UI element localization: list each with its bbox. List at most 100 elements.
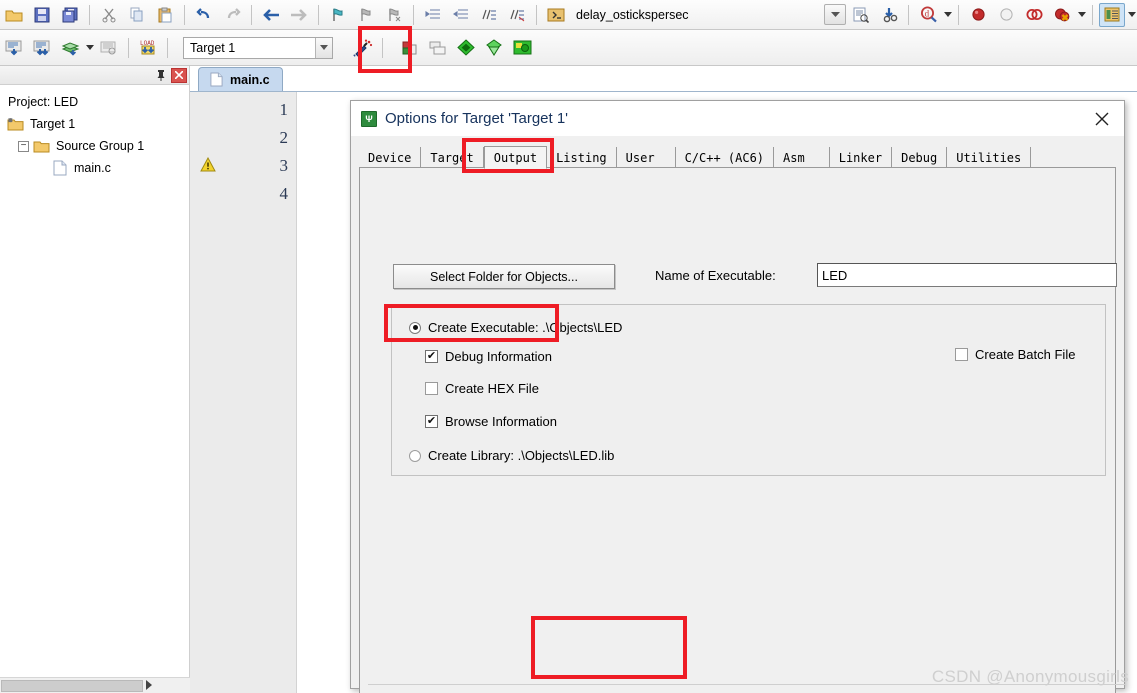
c-file-icon (207, 72, 226, 88)
manage-windows-icon[interactable] (1099, 2, 1125, 27)
build-target-icon[interactable] (29, 36, 55, 60)
navigate-back-icon[interactable] (258, 3, 284, 27)
manage-components-icon[interactable] (397, 36, 423, 60)
tab-listing[interactable]: Listing (547, 147, 617, 168)
project-root[interactable]: Project: LED (6, 91, 189, 113)
line-number: 4 (279, 184, 289, 203)
save-all-icon[interactable] (57, 3, 83, 27)
indent-left-icon[interactable] (448, 3, 474, 27)
editor-tab-main-c[interactable]: main.c (198, 67, 283, 91)
tab-linker[interactable]: Linker (830, 147, 893, 168)
indent-right-icon[interactable] (420, 3, 446, 27)
debug-information-checkbox[interactable]: ✔ (425, 350, 438, 363)
tab-debug[interactable]: Debug (892, 147, 948, 168)
dialog-body: Device Target Output Listing User C/C++ … (351, 136, 1125, 693)
manage-multiproject-icon[interactable] (425, 36, 451, 60)
toolbar-separator (128, 37, 129, 58)
tab-asm[interactable]: Asm (774, 147, 830, 168)
create-hex-file-row[interactable]: Create HEX File (425, 381, 539, 396)
rebuild-dropdown-caret[interactable] (84, 45, 95, 50)
create-library-radio[interactable] (409, 449, 421, 462)
save-icon[interactable] (29, 3, 55, 27)
dialog-titlebar[interactable]: Ψ Options for Target 'Target 1' (351, 101, 1124, 136)
create-library-radio-row[interactable]: Create Library: .\Objects\LED.lib (409, 448, 614, 463)
create-batch-file-row[interactable]: Create Batch File (955, 347, 1075, 362)
bookmark-prev-icon[interactable] (353, 3, 379, 27)
build-toolbar: LOAD Target 1 (0, 30, 1137, 66)
toolbar-separator (1092, 4, 1093, 25)
scrollbar-thumb[interactable] (1, 679, 143, 692)
bookmark-toggle-icon[interactable] (325, 3, 351, 27)
project-panel: Project: LED Target 1 − Source Group 1 m… (0, 66, 190, 693)
function-combo-dropdown[interactable] (824, 4, 846, 25)
pin-icon[interactable] (153, 68, 169, 83)
create-batch-file-label: Create Batch File (975, 347, 1076, 362)
find-in-files-icon[interactable] (876, 3, 902, 27)
bookmark-next-icon[interactable] (381, 3, 407, 27)
select-folder-for-objects-button[interactable]: Select Folder for Objects... (393, 264, 615, 289)
pack-installer-icon[interactable] (453, 36, 479, 60)
dialog-title: Options for Target 'Target 1' (385, 110, 569, 127)
tab-target[interactable]: Target (421, 147, 484, 168)
disable-breakpoint-icon[interactable] (993, 3, 1019, 27)
collapse-expander[interactable]: − (18, 140, 29, 152)
paste-icon[interactable] (152, 3, 178, 27)
debug-information-row[interactable]: ✔ Debug Information (425, 349, 552, 364)
target-select[interactable]: Target 1 (183, 36, 333, 59)
disable-all-breakpoints-icon[interactable] (1021, 3, 1047, 27)
uncomment-lines-icon[interactable] (504, 3, 530, 27)
close-icon[interactable] (171, 67, 187, 83)
project-horizontal-scrollbar[interactable] (0, 677, 190, 693)
create-batch-file-checkbox[interactable] (955, 348, 968, 361)
create-hex-file-checkbox[interactable] (425, 382, 438, 395)
c-file-icon (50, 160, 69, 176)
project-tree: Project: LED Target 1 − Source Group 1 m… (0, 85, 189, 179)
close-icon[interactable] (1079, 101, 1124, 136)
source-browse-icon[interactable] (848, 3, 874, 27)
redo-icon[interactable] (219, 3, 245, 27)
tab-utilities[interactable]: Utilities (947, 147, 1032, 168)
batch-build-icon[interactable] (96, 36, 122, 60)
manage-windows-dropdown-caret[interactable] (1126, 12, 1137, 17)
find-dropdown-caret[interactable] (942, 12, 953, 17)
tree-item-source-group[interactable]: − Source Group 1 (6, 135, 189, 157)
insert-breakpoint-icon[interactable] (965, 3, 991, 27)
manage-run-time-env-icon[interactable] (481, 36, 507, 60)
rebuild-all-icon[interactable] (57, 36, 83, 60)
target-select-value: Target 1 (190, 40, 236, 55)
tab-user[interactable]: User (617, 147, 676, 168)
options-for-target-dialog: Ψ Options for Target 'Target 1' Device T… (350, 100, 1125, 693)
open-file-icon[interactable] (1, 3, 27, 27)
create-executable-radio-row[interactable]: Create Executable: .\Objects\LED (409, 320, 622, 335)
tab-output[interactable]: Output (483, 146, 548, 169)
translate-file-icon[interactable] (1, 36, 27, 60)
comment-lines-icon[interactable] (476, 3, 502, 27)
tab-device[interactable]: Device (359, 147, 422, 168)
scroll-right-arrow-icon[interactable] (145, 679, 153, 692)
tree-item-target[interactable]: Target 1 (6, 113, 189, 135)
browse-information-row[interactable]: ✔ Browse Information (425, 414, 557, 429)
name-of-executable-value: LED (822, 267, 848, 283)
chevron-down-icon[interactable] (315, 37, 332, 58)
function-browser-icon[interactable] (543, 3, 569, 27)
line-number: 1 (279, 100, 289, 119)
cut-icon[interactable] (96, 3, 122, 27)
navigate-forward-icon[interactable] (286, 3, 312, 27)
find-icon[interactable]: d (915, 3, 941, 27)
breakpoints-dropdown-caret[interactable] (1076, 12, 1087, 17)
kill-all-breakpoints-icon[interactable] (1049, 3, 1075, 27)
tree-item-main-c[interactable]: main.c (6, 157, 189, 179)
tab-c-cpp[interactable]: C/C++ (AC6) (676, 147, 775, 168)
create-executable-radio[interactable] (409, 321, 421, 334)
options-for-target-icon[interactable] (350, 36, 376, 60)
folder-icon (32, 138, 51, 154)
undo-icon[interactable] (191, 3, 217, 27)
toolbar-separator (958, 4, 959, 25)
create-library-label: Create Library: .\Objects\LED.lib (428, 448, 615, 463)
name-of-executable-input[interactable]: LED (817, 263, 1117, 287)
select-software-packs-icon[interactable] (509, 36, 535, 60)
browse-information-checkbox[interactable]: ✔ (425, 415, 438, 428)
copy-icon[interactable] (124, 3, 150, 27)
watermark: CSDN @Anonymousgirls (931, 667, 1129, 686)
download-to-flash-icon[interactable]: LOAD (135, 36, 161, 60)
